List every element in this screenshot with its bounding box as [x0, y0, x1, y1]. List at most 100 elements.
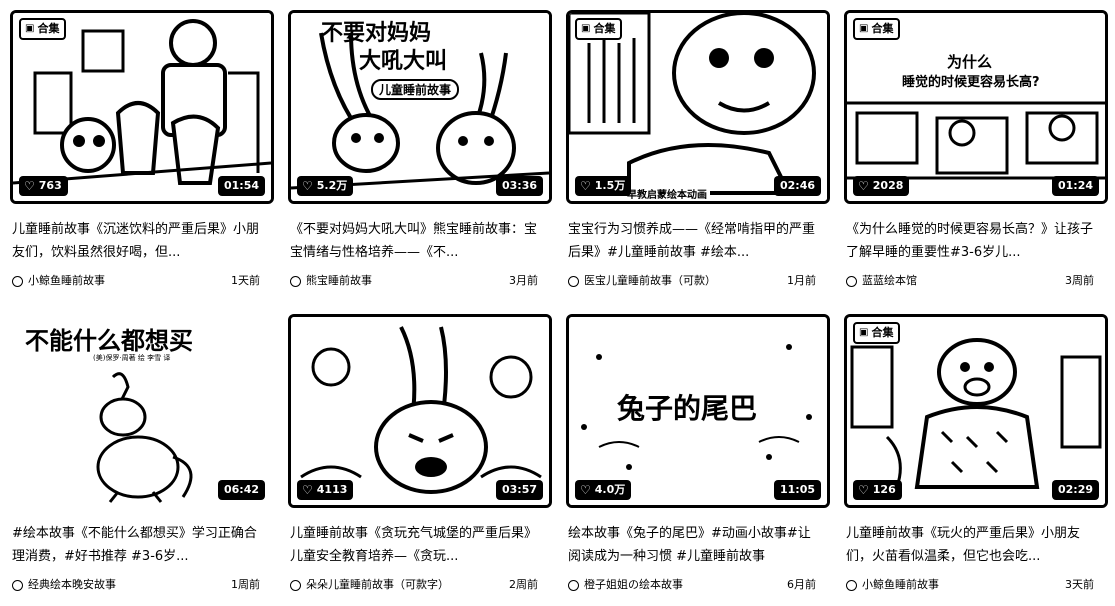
- author-icon: [290, 275, 301, 287]
- author-icon: [290, 579, 301, 591]
- video-duration: 01:54: [217, 176, 265, 196]
- thumbnail-illustration: [291, 317, 549, 505]
- video-meta: 小鲸鱼睡前故事 1天前: [12, 272, 260, 290]
- video-meta: 熊宝睡前故事 3月前: [290, 272, 538, 290]
- video-title[interactable]: 绘本故事《兔子的尾巴》#动画小故事#让阅读成为一种习惯 #儿童睡前故事: [568, 522, 818, 568]
- author-name[interactable]: 小鲸鱼睡前故事: [28, 272, 231, 290]
- like-count-badge: ♡ 1.5万: [575, 176, 632, 196]
- collection-tag: ▣ 合集: [853, 18, 901, 40]
- thumbnail-illustration: [13, 13, 271, 201]
- publish-time: 3天前: [1065, 578, 1094, 591]
- thumbnail-book-credits: (美)保罗·周著 绘 李雪 译: [93, 354, 171, 362]
- thumbnail-illustration: [569, 13, 827, 201]
- author-name[interactable]: 医宝儿童睡前故事（可款）: [584, 272, 787, 290]
- video-title[interactable]: 儿童睡前故事《玩火的严重后果》小朋友们，火苗看似温柔，但它也会吃...: [846, 522, 1096, 568]
- publish-time: 6月前: [787, 578, 816, 591]
- video-card[interactable]: ▣ 合集 ♡ 126 02:29 儿童睡前故事《玩火的严重后果》小朋友们，火苗看…: [844, 314, 1108, 604]
- publish-time: 1周前: [231, 578, 260, 591]
- video-duration: 01:24: [1051, 176, 1099, 196]
- author-name[interactable]: 经典绘本晚安故事: [28, 576, 231, 594]
- video-card[interactable]: ▣ 合集 为什么 睡觉的时候更容易长高? ♡ 2028 01:24 《为什么睡觉…: [844, 10, 1108, 300]
- video-duration: 06:42: [217, 480, 265, 500]
- video-meta: 小鲸鱼睡前故事 3天前: [846, 576, 1094, 594]
- collection-tag: ▣ 合集: [575, 18, 623, 40]
- thumbnail-illustration: [847, 13, 1105, 201]
- collection-icon: ▣: [859, 327, 869, 338]
- publish-time: 1月前: [787, 274, 816, 287]
- like-count-badge: ♡ 763: [19, 176, 68, 196]
- video-title[interactable]: 《为什么睡觉的时候更容易长高？》让孩子了解早睡的重要性#3-6岁儿...: [846, 218, 1096, 264]
- video-card[interactable]: 兔子的尾巴 ♡ 4.0万 11:05 绘本故事《兔子的尾巴》#动画小故事#让阅读…: [566, 314, 830, 604]
- thumbnail-title-line-2: 大吼大叫: [359, 49, 448, 74]
- collection-icon: ▣: [581, 23, 591, 34]
- video-title[interactable]: 《不要对妈妈大吼大叫》熊宝睡前故事：宝宝情绪与性格培养——《不...: [290, 218, 540, 264]
- video-meta: 蓝蓝绘本馆 3周前: [846, 272, 1094, 290]
- thumbnail-title-line-1: 为什么: [947, 53, 993, 71]
- like-count-badge: ♡ 4113: [297, 480, 354, 500]
- video-duration: 03:57: [495, 480, 543, 500]
- author-icon: [568, 275, 579, 287]
- author-icon: [12, 579, 23, 591]
- author-icon: [12, 275, 23, 287]
- like-count-badge: ♡ 5.2万: [297, 176, 354, 196]
- author-name[interactable]: 熊宝睡前故事: [306, 272, 509, 290]
- video-title[interactable]: 宝宝行为习惯养成——《经常啃指甲的严重后果》#儿童睡前故事 #绘本...: [568, 218, 818, 264]
- video-title[interactable]: 儿童睡前故事《沉迷饮料的严重后果》小朋友们，饮料虽然很好喝，但...: [12, 218, 262, 264]
- publish-time: 2周前: [509, 578, 538, 591]
- video-thumbnail[interactable]: 不要对妈妈 大吼大叫 儿童睡前故事 ♡ 5.2万 03:36: [288, 10, 552, 204]
- video-meta: 朵朵儿童睡前故事（可款字） 2周前: [290, 576, 538, 594]
- video-meta: 橙子姐姐の绘本故事 6月前: [568, 576, 816, 594]
- heart-icon: ♡: [580, 483, 591, 497]
- author-icon: [568, 579, 579, 591]
- collection-icon: ▣: [25, 23, 35, 34]
- video-thumbnail[interactable]: ▣ 合集 ♡ 126 02:29: [844, 314, 1108, 508]
- video-meta: 经典绘本晚安故事 1周前: [12, 576, 260, 594]
- video-thumbnail[interactable]: 不能什么都想买 (美)保罗·周著 绘 李雪 译 06:42: [10, 314, 274, 508]
- author-icon: [846, 275, 857, 287]
- publish-time: 1天前: [231, 274, 260, 287]
- video-duration: 02:46: [773, 176, 821, 196]
- thumbnail-subtitle: 儿童睡前故事: [371, 79, 460, 100]
- heart-icon: ♡: [24, 179, 35, 193]
- video-card[interactable]: 不能什么都想买 (美)保罗·周著 绘 李雪 译 06:42 #绘本故事《不能什么…: [10, 314, 274, 604]
- video-card[interactable]: 不要对妈妈 大吼大叫 儿童睡前故事 ♡ 5.2万 03:36 《不要对妈妈大吼大…: [288, 10, 552, 300]
- heart-icon: ♡: [302, 483, 313, 497]
- heart-icon: ♡: [302, 179, 313, 193]
- thumbnail-title-line-2: 睡觉的时候更容易长高?: [902, 75, 1040, 90]
- author-name[interactable]: 小鲸鱼睡前故事: [862, 576, 1065, 594]
- video-thumbnail[interactable]: ♡ 4113 03:57: [288, 314, 552, 508]
- collection-tag: ▣ 合集: [19, 18, 67, 40]
- video-thumbnail[interactable]: ▣ 合集 早教启蒙绘本动画 ♡ 1.5万 02:46: [566, 10, 830, 204]
- author-icon: [846, 579, 857, 591]
- thumbnail-title: 兔子的尾巴: [617, 392, 758, 425]
- author-name[interactable]: 朵朵儿童睡前故事（可款字）: [306, 576, 509, 594]
- author-name[interactable]: 蓝蓝绘本馆: [862, 272, 1065, 290]
- author-name[interactable]: 橙子姐姐の绘本故事: [584, 576, 787, 594]
- thumbnail-caption: 早教启蒙绘本动画: [624, 186, 710, 201]
- publish-time: 3月前: [509, 274, 538, 287]
- collection-tag: ▣ 合集: [853, 322, 901, 344]
- video-card[interactable]: ▣ 合集 ♡ 763 01:54 儿童睡前故事《沉迷饮料的严重后果》小朋友们，饮…: [10, 10, 274, 300]
- video-title[interactable]: 儿童睡前故事《贪玩充气城堡的严重后果》儿童安全教育培养—《贪玩...: [290, 522, 540, 568]
- publish-time: 3周前: [1065, 274, 1094, 287]
- heart-icon: ♡: [580, 179, 591, 193]
- video-grid: ▣ 合集 ♡ 763 01:54 儿童睡前故事《沉迷饮料的严重后果》小朋友们，饮…: [0, 0, 1115, 606]
- heart-icon: ♡: [858, 483, 869, 497]
- heart-icon: ♡: [858, 179, 869, 193]
- video-duration: 03:36: [495, 176, 543, 196]
- video-thumbnail[interactable]: ▣ 合集 ♡ 763 01:54: [10, 10, 274, 204]
- video-meta: 医宝儿童睡前故事（可款） 1月前: [568, 272, 816, 290]
- video-thumbnail[interactable]: ▣ 合集 为什么 睡觉的时候更容易长高? ♡ 2028 01:24: [844, 10, 1108, 204]
- like-count-badge: ♡ 126: [853, 480, 902, 500]
- thumbnail-book-title: 不能什么都想买: [25, 327, 193, 355]
- video-title[interactable]: #绘本故事《不能什么都想买》学习正确合理消费，#好书推荐 #3-6岁...: [12, 522, 262, 568]
- video-duration: 11:05: [773, 480, 821, 500]
- like-count-badge: ♡ 2028: [853, 176, 910, 196]
- video-card[interactable]: ▣ 合集 早教启蒙绘本动画 ♡ 1.5万 02:46 宝宝行为习惯养成——《经常…: [566, 10, 830, 300]
- collection-icon: ▣: [859, 23, 869, 34]
- like-count-badge: ♡ 4.0万: [575, 480, 632, 500]
- video-thumbnail[interactable]: 兔子的尾巴 ♡ 4.0万 11:05: [566, 314, 830, 508]
- video-duration: 02:29: [1051, 480, 1099, 500]
- video-card[interactable]: ♡ 4113 03:57 儿童睡前故事《贪玩充气城堡的严重后果》儿童安全教育培养…: [288, 314, 552, 604]
- thumbnail-illustration: [847, 317, 1105, 505]
